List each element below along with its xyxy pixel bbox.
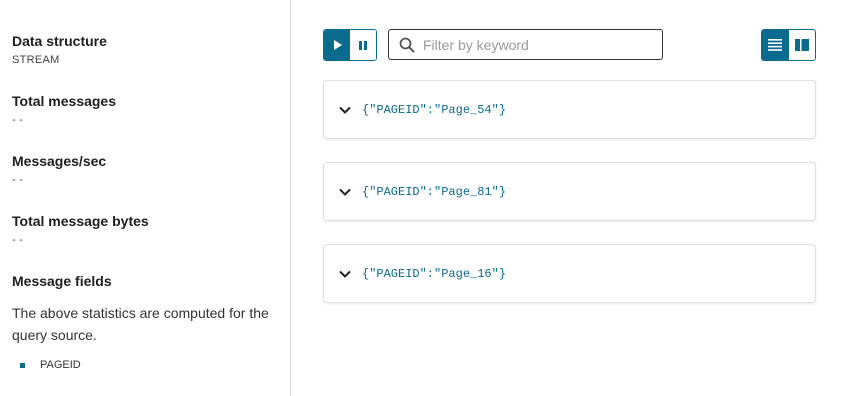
chevron-down-icon[interactable]: [338, 185, 352, 199]
play-button[interactable]: [324, 30, 351, 60]
search-box: [388, 29, 663, 60]
messages-panel: {"PAGEID":"Page_54"} {"PAGEID":"Page_81"…: [292, 0, 844, 396]
list-view-icon: [768, 39, 783, 51]
stat-value: - -: [12, 234, 24, 246]
search-icon: [399, 37, 415, 52]
view-toggle: [761, 29, 816, 61]
stats-panel: Data structure STREAM Total messages - -…: [0, 0, 291, 396]
message-json: {"PAGEID":"Page_81"}: [362, 184, 507, 199]
stat-total-message-bytes: Total message bytes - -: [12, 212, 149, 247]
stat-value: - -: [12, 114, 24, 126]
stat-data-structure: Data structure STREAM: [12, 32, 107, 67]
stat-message-fields: Message fields: [12, 272, 112, 290]
play-icon: [334, 40, 343, 50]
stat-title: Data structure: [12, 33, 107, 49]
split-view-button[interactable]: [788, 30, 815, 60]
message-json: {"PAGEID":"Page_54"}: [362, 102, 507, 117]
stat-messages-per-sec: Messages/sec - -: [12, 152, 106, 187]
message-card[interactable]: {"PAGEID":"Page_16"}: [323, 244, 816, 303]
stat-title: Total message bytes: [12, 213, 149, 229]
stat-title: Messages/sec: [12, 153, 107, 169]
bullet-icon: [20, 362, 25, 368]
statistics-note: The above statistics are computed for th…: [12, 305, 269, 343]
stat-value: STREAM: [12, 54, 60, 66]
stat-total-messages: Total messages - -: [12, 92, 116, 127]
pause-button[interactable]: [350, 30, 376, 60]
pause-icon: [359, 40, 368, 50]
chevron-down-icon[interactable]: [338, 267, 352, 281]
filter-input[interactable]: [423, 36, 653, 53]
chevron-down-icon[interactable]: [338, 103, 352, 117]
field-list-item: PAGEID: [20, 359, 81, 371]
stat-title: Total messages: [12, 93, 117, 109]
stat-value: - -: [12, 174, 24, 186]
list-view-button[interactable]: [762, 30, 789, 60]
message-card[interactable]: {"PAGEID":"Page_54"}: [323, 80, 816, 139]
message-json: {"PAGEID":"Page_16"}: [362, 266, 507, 281]
message-card[interactable]: {"PAGEID":"Page_81"}: [323, 162, 816, 221]
stat-title: Message fields: [12, 273, 112, 289]
playback-controls: [323, 29, 377, 61]
split-view-icon: [794, 39, 809, 51]
field-name: PAGEID: [40, 359, 81, 371]
